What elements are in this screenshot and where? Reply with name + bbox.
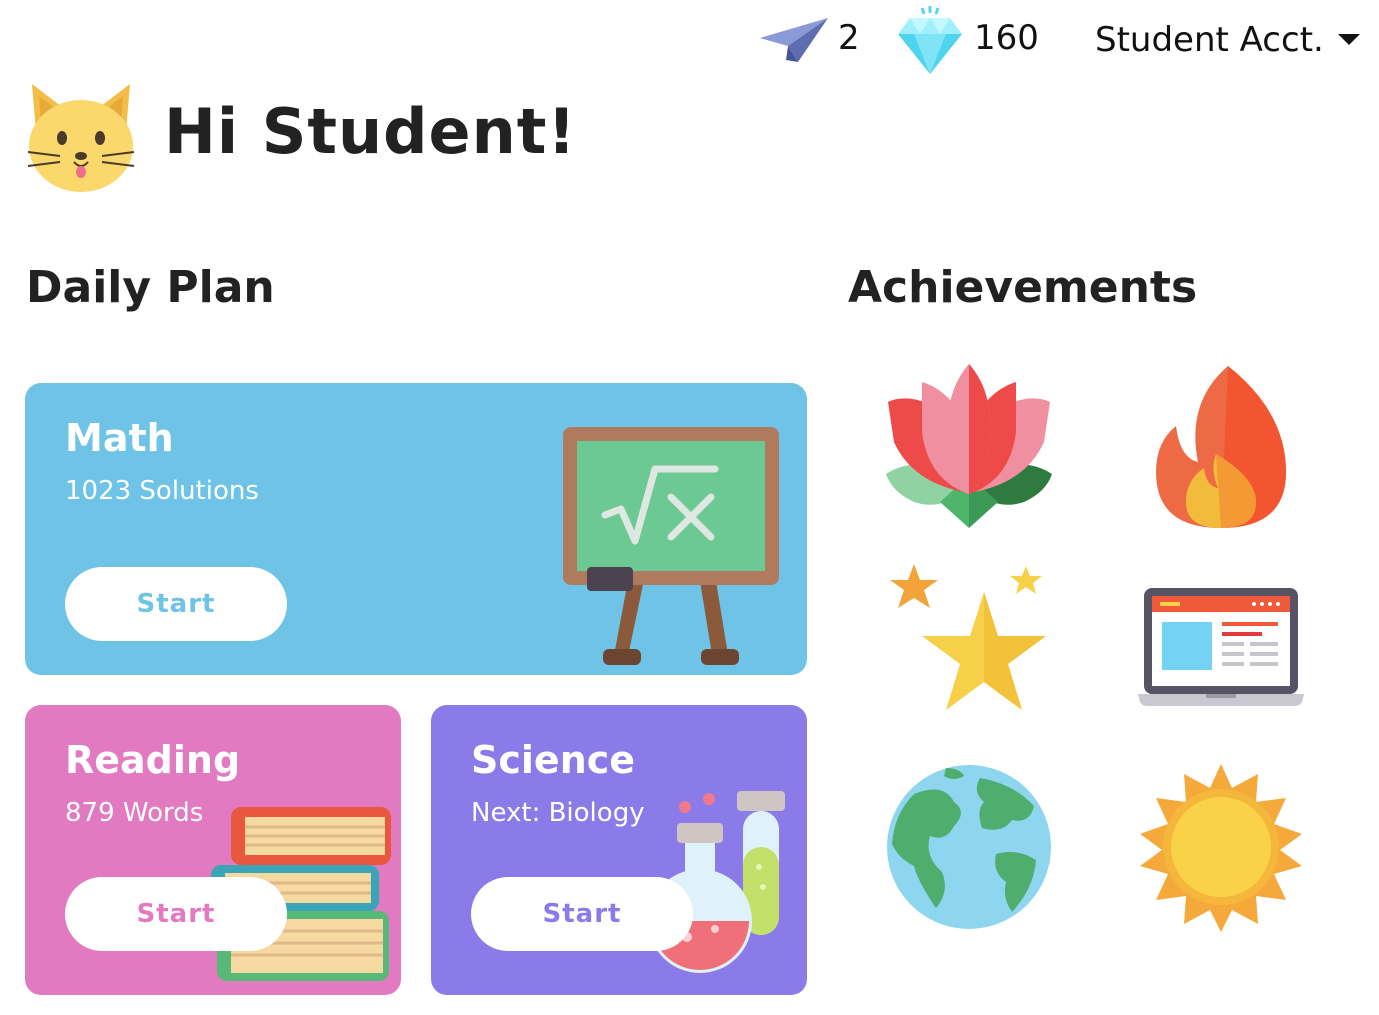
cat-avatar-icon <box>27 84 135 192</box>
card-subtitle: 1023 Solutions <box>65 476 259 506</box>
card-subtitle: Next: Biology <box>471 798 645 828</box>
lotus-icon[interactable] <box>884 362 1054 532</box>
fire-icon[interactable] <box>1136 362 1306 532</box>
chevron-down-icon[interactable] <box>1338 34 1360 45</box>
reading-start-button[interactable]: Start <box>65 877 287 951</box>
card-subtitle: 879 Words <box>65 798 204 828</box>
laptop-icon[interactable] <box>1136 562 1306 732</box>
card-title: Reading <box>65 738 241 782</box>
top-bar: 2 160 Student Acct. <box>0 0 1379 80</box>
chalkboard-icon <box>563 427 779 665</box>
science-card: Science Next: Biology Start <box>431 705 807 995</box>
math-card: Math 1023 Solutions Start <box>25 383 807 675</box>
paper-plane-icon <box>760 18 828 62</box>
sun-icon[interactable] <box>1136 762 1306 932</box>
account-menu-button[interactable]: Student Acct. <box>1095 20 1324 60</box>
card-title: Science <box>471 738 636 782</box>
diamond-icon <box>898 6 962 74</box>
reading-card: Reading 879 Words Start <box>25 705 401 995</box>
earth-icon[interactable] <box>884 762 1054 932</box>
achievements-heading: Achievements <box>848 262 1198 313</box>
gem-count: 160 <box>974 18 1039 58</box>
math-start-button[interactable]: Start <box>65 567 287 641</box>
science-start-button[interactable]: Start <box>471 877 693 951</box>
daily-plan-heading: Daily Plan <box>26 262 275 313</box>
paper-plane-count: 2 <box>838 18 860 58</box>
stars-icon[interactable] <box>884 562 1054 732</box>
card-title: Math <box>65 416 174 460</box>
greeting-heading: Hi Student! <box>164 95 577 168</box>
